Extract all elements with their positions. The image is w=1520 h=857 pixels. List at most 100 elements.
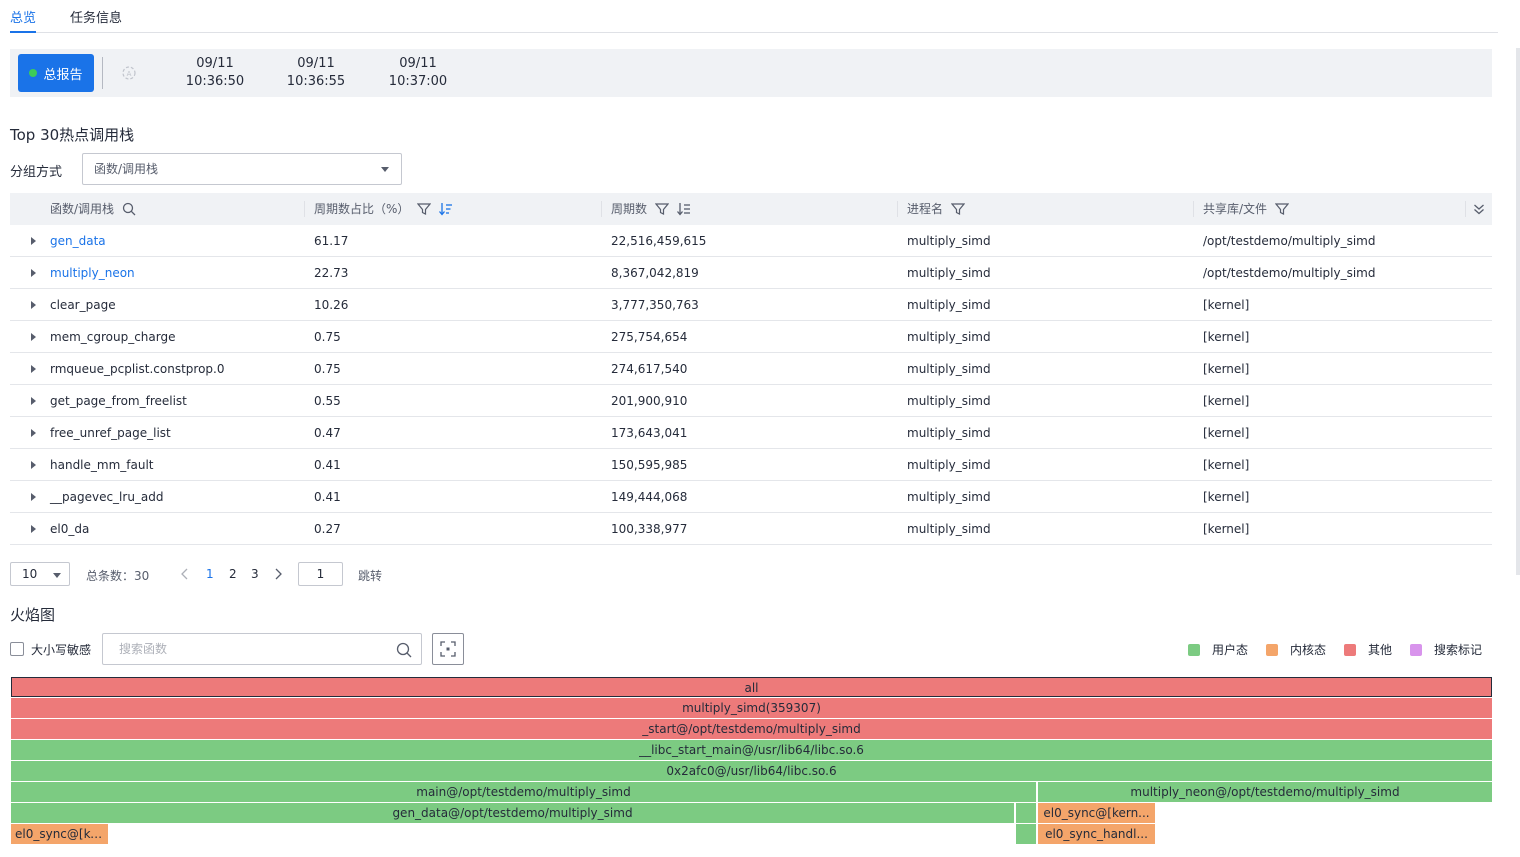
cell-function[interactable]: get_page_from_freelist [50,385,187,417]
fit-screen-icon [440,641,456,657]
cell-cycles: 149,444,068 [611,490,688,504]
filter-icon[interactable] [951,202,966,216]
table-row[interactable]: handle_mm_fault 0.41 150,595,985 multiply_s… [10,449,1492,481]
flame-frame[interactable]: _start@/opt/testdemo/multiply_simd [11,719,1492,739]
timeline-point[interactable]: 09/11 10:36:50 [180,55,250,91]
cell-function[interactable]: handle_mm_fault [50,449,154,481]
page-1[interactable]: 1 [206,567,214,581]
col-cycles: 周期数 [611,193,691,225]
expand-row-icon[interactable] [31,237,36,245]
case-sensitive-checkbox[interactable] [10,642,24,656]
hotspot-table: 函数/调用栈 周期数占比（%） 周期数 进程名 共享库/文件 gen_data … [10,193,1492,545]
table-row[interactable]: rmqueue_pcplist.constprop.0 0.75 274,617,5… [10,353,1492,385]
table-row[interactable]: __pagevec_lru_add 0.41 149,444,068 multiply… [10,481,1492,513]
expand-row-icon[interactable] [31,397,36,405]
cell-cycles: 173,643,041 [611,426,688,440]
total-report-button[interactable]: 总报告 [18,54,94,92]
legend-label: 搜索标记 [1434,643,1483,657]
flame-frame[interactable]: multiply_neon@/opt/testdemo/multiply_sim… [1038,782,1492,802]
filter-icon[interactable] [655,202,670,216]
flame-frame[interactable]: main@/opt/testdemo/multiply_simd [11,782,1036,802]
filter-icon[interactable] [1275,202,1290,216]
table-row[interactable]: get_page_from_freelist 0.55 201,900,910 mul… [10,385,1492,417]
flame-frame[interactable]: __libc_start_main@/usr/lib64/libc.so.6 [11,740,1492,760]
sort-desc-icon[interactable] [439,202,453,216]
legend-other: 其他 [1344,641,1392,658]
group-by-label: 分组方式 [10,165,63,180]
table-row[interactable]: el0_da 0.27 100,338,977 multiply_simd [kerne… [10,513,1492,545]
page-2[interactable]: 2 [229,567,237,581]
cell-pct: 0.27 [314,522,341,536]
expand-row-icon[interactable] [31,493,36,501]
timeline-date: 09/11 [196,56,234,71]
table-row[interactable]: clear_page 10.26 3,777,350,763 multiply_sim… [10,289,1492,321]
timeline-point[interactable]: 09/11 10:36:55 [281,55,351,91]
expand-row-icon[interactable] [31,269,36,277]
cell-library: [kernel] [1203,298,1250,312]
flame-frame[interactable]: all [11,677,1492,697]
tab-overview[interactable]: 总览 [10,7,37,33]
cell-cycles: 8,367,042,819 [611,266,699,280]
cell-function[interactable]: rmqueue_pcplist.constprop.0 [50,353,224,385]
flame-frame[interactable]: el0_sync_handl... [1038,824,1155,844]
cell-function[interactable]: __pagevec_lru_add [50,481,164,513]
prev-page-icon[interactable] [180,566,190,580]
chevron-down-icon [381,167,389,172]
cell-pct: 61.17 [314,234,349,248]
cell-cycles: 274,617,540 [611,362,688,376]
cell-library: [kernel] [1203,330,1250,344]
reset-zoom-button[interactable] [432,633,464,665]
col-process: 进程名 [907,193,966,225]
search-icon[interactable] [396,642,412,658]
expand-row-icon[interactable] [31,301,36,309]
cell-function[interactable]: el0_da [50,513,89,545]
column-settings[interactable] [1472,193,1486,225]
col-process-label: 进程名 [907,202,944,216]
flame-frame[interactable]: el0_sync@[kern... [1038,803,1155,823]
cell-function[interactable]: gen_data [50,225,106,257]
timeline-date: 09/11 [399,56,437,71]
flame-frame[interactable]: gen_data@/opt/testdemo/multiply_simd [11,803,1014,823]
table-row[interactable]: free_unref_page_list 0.47 173,643,041 multi… [10,417,1492,449]
col-divider [601,201,602,217]
page-size-select[interactable]: 10 [10,562,70,586]
expand-row-icon[interactable] [31,365,36,373]
group-by-select[interactable]: 函数/调用栈 [82,153,402,185]
flame-frame[interactable]: 0x2afc0@/usr/lib64/libc.so.6 [11,761,1492,781]
filter-icon[interactable] [417,202,432,216]
expand-row-icon[interactable] [31,525,36,533]
function-search-input[interactable]: 搜索函数 [102,633,422,665]
col-divider [304,201,305,217]
flame-frame[interactable] [1016,803,1036,823]
legend-label: 内核态 [1290,643,1327,657]
search-icon[interactable] [122,202,136,216]
expand-row-icon[interactable] [31,333,36,341]
page-3[interactable]: 3 [251,567,259,581]
tab-task-info[interactable]: 任务信息 [70,7,122,33]
flame-frame[interactable]: el0_sync@[ke... [11,824,108,844]
svg-text:A: A [127,70,132,78]
table-row[interactable]: gen_data 61.17 22,516,459,615 multiply_simd… [10,225,1492,257]
flame-frame[interactable]: multiply_simd(359307) [11,698,1492,718]
cell-function[interactable]: multiply_neon [50,257,135,289]
cell-function[interactable]: free_unref_page_list [50,417,171,449]
sort-icon[interactable] [677,202,691,216]
cell-pct: 0.47 [314,426,341,440]
expand-row-icon[interactable] [31,429,36,437]
cell-function[interactable]: mem_cgroup_charge [50,321,176,353]
legend-kernel: 内核态 [1266,641,1326,658]
table-row[interactable]: multiply_neon 22.73 8,367,042,819 multiply_… [10,257,1492,289]
table-row[interactable]: mem_cgroup_charge 0.75 275,754,654 multiply… [10,321,1492,353]
page-scrollbar[interactable] [1516,48,1520,575]
timeline-point[interactable]: 09/11 10:37:00 [383,55,453,91]
cell-function[interactable]: clear_page [50,289,116,321]
status-dot-icon [29,69,38,77]
auto-icon[interactable]: A [120,65,138,81]
jump-page-input[interactable]: 1 [298,562,343,586]
expand-row-icon[interactable] [31,461,36,469]
next-page-icon[interactable] [273,566,283,580]
col-divider [897,201,898,217]
total-report-label: 总报告 [43,67,83,83]
double-chevron-down-icon[interactable] [1472,202,1486,216]
flame-frame[interactable] [1016,824,1036,844]
